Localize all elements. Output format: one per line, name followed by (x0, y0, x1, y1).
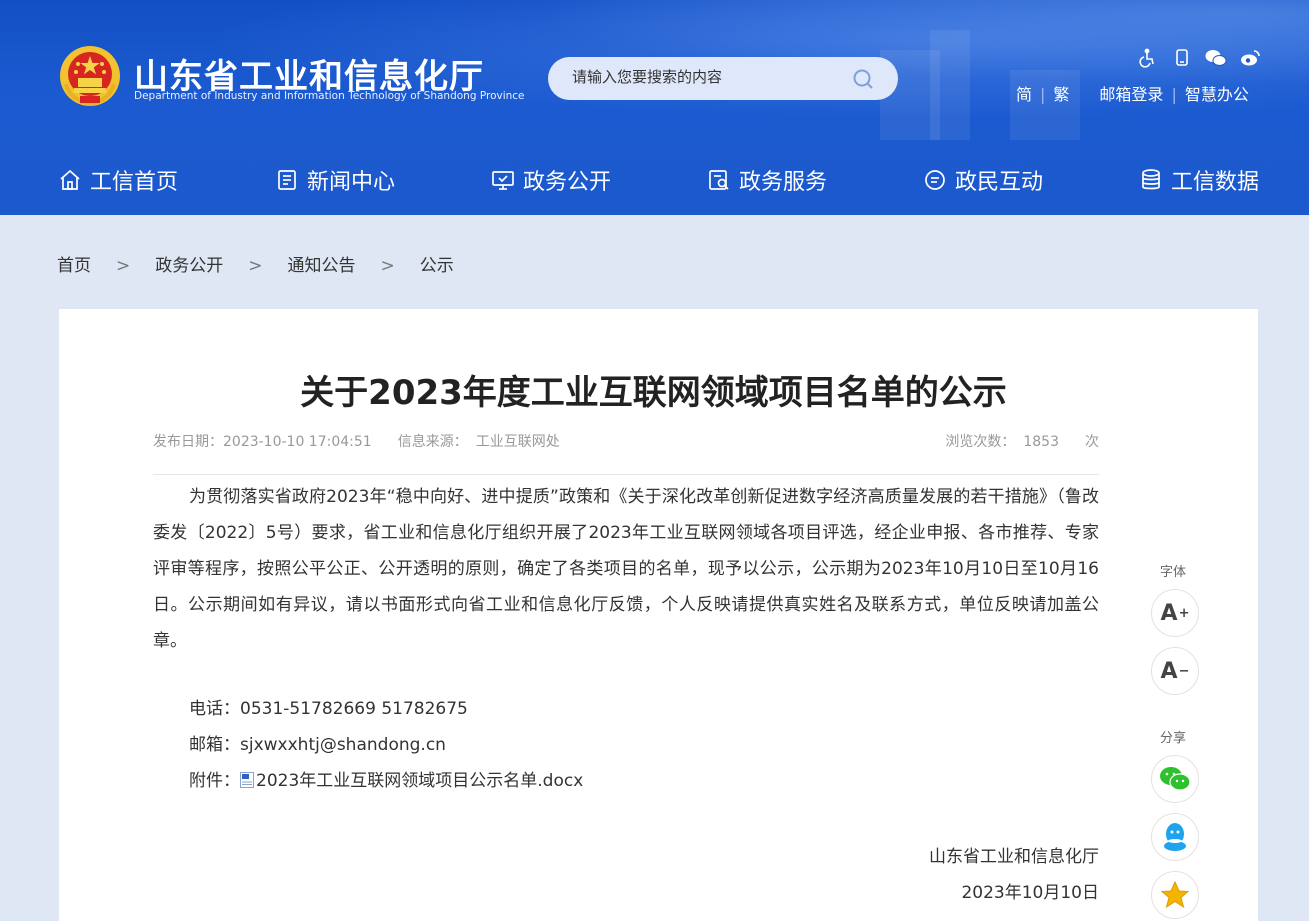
qq-share-button[interactable] (1151, 813, 1199, 861)
publish-date-label: 发布日期： (153, 434, 223, 450)
nav-item-label: 政务服务 (739, 170, 828, 195)
wechat-share-icon (1160, 767, 1191, 791)
nav-item-government-affairs[interactable]: 政务公开 (491, 165, 611, 195)
signature-org: 山东省工业和信息化厅 (929, 847, 1099, 867)
attachment-link[interactable]: 2023年工业互联网领域项目公示名单.docx (256, 771, 583, 791)
views-unit: 次 (1085, 434, 1099, 450)
header-background-building (930, 30, 970, 140)
weibo-icon[interactable] (1240, 48, 1260, 68)
attachment-label: 附件： (189, 771, 240, 791)
contact-email: 邮箱：sjxwxxhtj@shandong.cn (189, 730, 446, 755)
site-header: 山东省工业和信息化厅 Department of Industry and In… (0, 0, 1309, 215)
font-decrease-letter: A (1160, 658, 1178, 684)
wechat-icon[interactable] (1205, 48, 1227, 68)
search-icon[interactable] (852, 68, 874, 90)
breadcrumb-item-home[interactable]: 首页 (57, 251, 91, 276)
attachment: 附件： 2023年工业互联网领域项目公示名单.docx (189, 766, 583, 791)
breadcrumb-separator: > (380, 256, 395, 276)
smart-office-link[interactable]: 智慧办公 (1185, 81, 1249, 105)
article-body: 为贯彻落实省政府2023年“稳中向好、进中提质”政策和《关于深化改革创新促进数字… (153, 487, 1099, 651)
phone-value: 0531-51782669 51782675 (240, 699, 468, 719)
nav-item-label: 政务公开 (523, 170, 612, 195)
nav-item-label: 政民互动 (955, 170, 1044, 195)
nav-item-services[interactable]: 政务服务 (707, 165, 827, 195)
article-panel: 关于2023年度工业互联网领域项目名单的公示 发布日期：2023-10-10 1… (59, 309, 1258, 921)
breadcrumb-item-announcement[interactable]: 公示 (420, 251, 454, 276)
share-label: 分享 (1160, 731, 1187, 746)
breadcrumb-item-notices[interactable]: 通知公告 (288, 251, 356, 276)
font-decrease-button[interactable]: A − (1151, 647, 1199, 695)
traditional-chinese-link[interactable]: 繁 (1053, 81, 1069, 105)
font-increase-letter: A (1160, 600, 1178, 626)
phone-label: 电话： (189, 699, 240, 719)
nav-item-home[interactable]: 工信首页 (58, 165, 178, 195)
service-icon (709, 170, 729, 190)
favorite-button[interactable] (1151, 871, 1199, 919)
meta-divider (153, 474, 1099, 475)
source-label: 信息来源： (397, 434, 468, 450)
article-title: 关于2023年度工业互联网领域项目名单的公示 (300, 373, 1007, 413)
news-icon (278, 170, 296, 190)
search-box (548, 57, 898, 100)
database-icon (1142, 169, 1160, 190)
simplified-chinese-link[interactable]: 简 (1016, 81, 1032, 105)
home-icon (60, 169, 80, 190)
link-separator: | (1171, 85, 1177, 104)
breadcrumb: 首页 > 政务公开 > 通知公告 > 公示 (57, 251, 454, 276)
main-nav: 工信首页 新闻中心 政务公开 政务服务 政民互动 工信数据 (0, 145, 1309, 215)
nav-item-label: 工信数据 (1171, 170, 1260, 195)
top-links: 简 | 繁 邮箱登录 | 智慧办公 (1016, 81, 1249, 105)
breadcrumb-item-government-affairs[interactable]: 政务公开 (155, 251, 223, 276)
article-meta: 发布日期：2023-10-10 17:04:51 信息来源： 工业互联网处 浏览次数… (153, 431, 1099, 451)
favorite-star-icon (1160, 880, 1190, 909)
nav-item-label: 工信首页 (90, 170, 179, 195)
font-decrease-sign: − (1178, 663, 1190, 679)
nav-item-data[interactable]: 工信数据 (1139, 165, 1259, 195)
nav-item-news[interactable]: 新闻中心 (275, 165, 395, 195)
breadcrumb-separator: > (248, 256, 263, 276)
source: 工业互联网处 (475, 434, 560, 450)
email-label: 邮箱： (189, 735, 240, 755)
font-increase-sign: + (1178, 605, 1190, 621)
qq-share-icon (1164, 823, 1186, 851)
site-subtitle: Department of Industry and Information T… (134, 90, 525, 102)
chat-icon (925, 170, 945, 190)
view-count: 浏览次数： 1853 次 (945, 431, 1099, 451)
search-input[interactable] (572, 68, 852, 86)
accessibility-icon[interactable] (1138, 48, 1158, 68)
nav-item-label: 新闻中心 (307, 170, 396, 195)
contact-phone: 电话：0531-51782669 51782675 (189, 694, 468, 719)
mail-login-link[interactable]: 邮箱登录 (1099, 81, 1163, 105)
mobile-icon[interactable] (1172, 48, 1192, 68)
nav-item-interaction[interactable]: 政民互动 (923, 165, 1043, 195)
monitor-icon (492, 171, 514, 190)
email-value: sjxwxxhtj@shandong.cn (240, 735, 446, 755)
breadcrumb-separator: > (116, 256, 131, 276)
link-separator: | (1040, 85, 1046, 104)
signature-date: 2023年10月10日 (961, 883, 1099, 903)
national-emblem-logo[interactable] (58, 44, 122, 108)
font-size-label: 字体 (1160, 565, 1187, 580)
wechat-share-button[interactable] (1151, 755, 1199, 803)
top-utility-icons (1138, 48, 1262, 70)
publish-date: 2023-10-10 17:04:51 (223, 434, 372, 450)
views-value: 1853 (1023, 434, 1059, 450)
font-increase-button[interactable]: A + (1151, 589, 1199, 637)
views-label: 浏览次数： (945, 434, 1016, 450)
word-doc-icon (240, 772, 254, 788)
